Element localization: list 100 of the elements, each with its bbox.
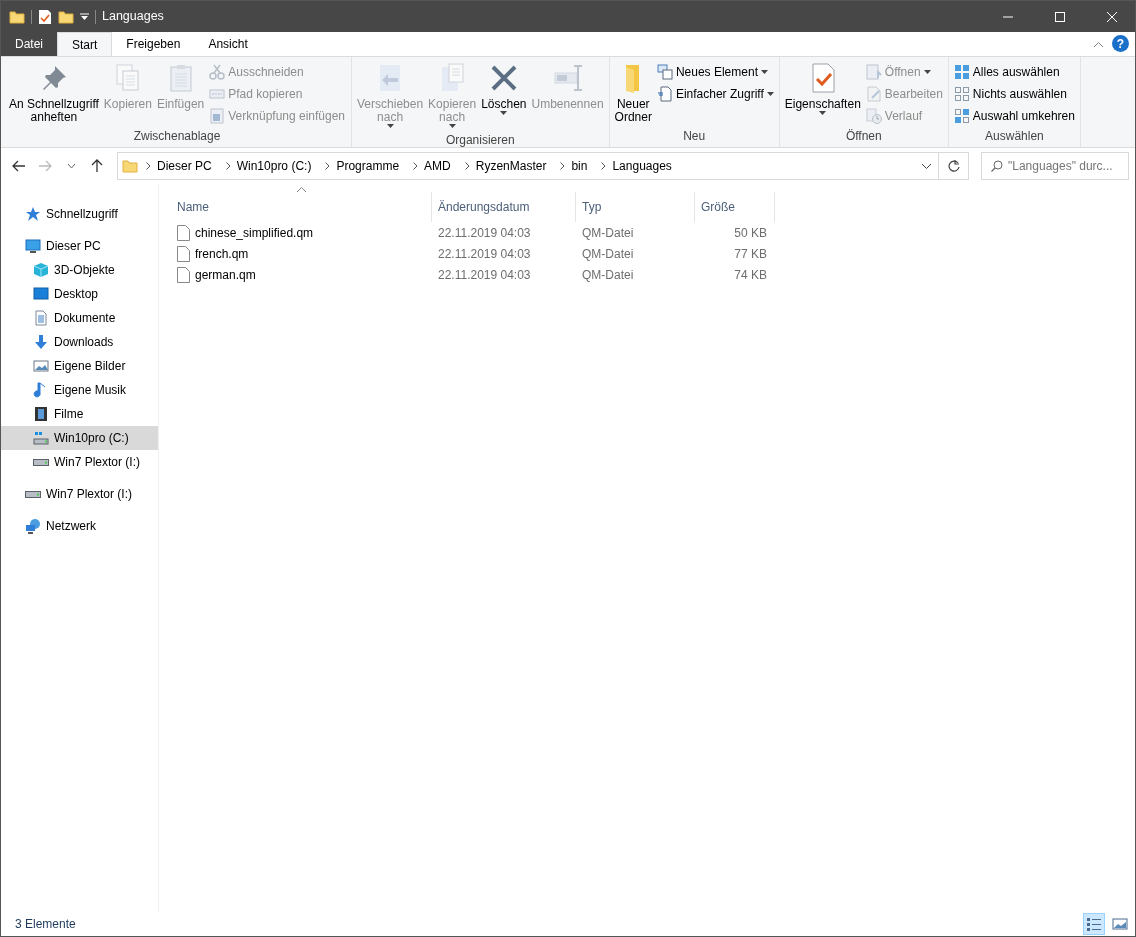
cube-icon — [33, 262, 49, 278]
ribbon-button[interactable]: Eigenschaften — [782, 59, 863, 118]
desktop-icon — [33, 286, 49, 302]
breadcrumb-item[interactable]: Programme — [330, 157, 406, 175]
file-name[interactable]: german.qm — [171, 265, 432, 284]
nav-item[interactable]: Win7 Plextor (I:) — [1, 482, 158, 506]
arrow-left-icon — [12, 160, 26, 172]
dropdown-icon — [80, 12, 89, 21]
folder-icon — [122, 158, 138, 174]
nav-item[interactable]: Dieser PC — [1, 234, 158, 258]
file-icon — [177, 266, 190, 283]
details-view-icon — [1086, 916, 1102, 932]
chevron-right-icon — [464, 162, 470, 170]
ribbon-button[interactable]: Alles auswählen — [951, 61, 1077, 83]
history-icon — [865, 108, 882, 124]
file-icon — [177, 245, 190, 262]
ribbon-tab[interactable]: Ansicht — [194, 32, 262, 56]
nav-item[interactable]: Dokumente — [1, 306, 158, 330]
breadcrumb-item[interactable]: bin — [565, 157, 594, 175]
document-icon — [33, 310, 49, 326]
view-button[interactable] — [1083, 913, 1105, 935]
ribbon-tab[interactable]: Start — [57, 32, 113, 56]
chevron-up-icon — [1093, 41, 1103, 47]
breadcrumb-item[interactable]: Dieser PC — [151, 157, 218, 175]
properties-icon — [38, 8, 52, 25]
ribbon-button[interactable]: Auswahl umkehren — [951, 105, 1077, 127]
table-cell-text: QM-Datei — [581, 245, 635, 263]
ribbon-button[interactable]: Neues Element — [654, 61, 776, 83]
table-cell-text: 50 KB — [733, 224, 768, 242]
rename-icon — [551, 62, 584, 94]
table-cell-text: 22.11.2019 04:03 — [437, 266, 532, 284]
ribbon-button[interactable]: Neuer Ordner — [612, 59, 654, 127]
chevron-down-icon — [921, 163, 931, 169]
chevron-right-icon — [560, 162, 566, 170]
chevron-right-icon — [325, 162, 331, 170]
file-menu-tab[interactable]: Datei — [1, 32, 57, 56]
edit-icon — [865, 86, 882, 102]
nav-item[interactable]: 3D-Objekte — [1, 258, 158, 282]
drive-icon — [33, 430, 49, 446]
column-header[interactable]: Typ — [576, 192, 695, 222]
chevron-right-icon — [225, 162, 231, 170]
search-icon — [991, 160, 1003, 172]
nav-item[interactable]: Downloads — [1, 330, 158, 354]
ribbon-button[interactable]: An Schnellzugriff anheften — [7, 59, 101, 127]
address-bar[interactable]: Dieser PC Win10pro (C:) Programme AMD RyzenMaster bin Languages — [117, 152, 969, 180]
group-label: Zwischenablage — [132, 128, 222, 145]
invert-selection-icon — [953, 108, 970, 124]
picture-icon — [33, 358, 49, 374]
maximize-icon — [1055, 11, 1065, 22]
window-title: Languages — [102, 8, 164, 26]
column-header[interactable]: Name — [171, 192, 432, 222]
arrow-up-icon — [91, 159, 103, 173]
select-all-icon — [953, 64, 970, 80]
scissors-icon — [209, 64, 226, 80]
download-icon — [33, 334, 49, 350]
nav-item[interactable]: Netzwerk — [1, 514, 158, 538]
group-label: Auswählen — [984, 128, 1045, 145]
file-icon — [177, 224, 190, 241]
nav-item[interactable]: Filme — [1, 402, 158, 426]
nav-item[interactable]: Eigene Musik — [1, 378, 158, 402]
ribbon-button[interactable]: Nichts auswählen — [951, 83, 1077, 105]
breadcrumb-item[interactable]: AMD — [418, 157, 457, 175]
search-field[interactable]: "Languages" durc... — [981, 152, 1129, 180]
drive-icon — [33, 458, 49, 466]
nav-item[interactable]: Win7 Plextor (I:) — [1, 450, 158, 474]
breadcrumb-item[interactable]: RyzenMaster — [469, 157, 553, 175]
breadcrumb-item[interactable]: Win10pro (C:) — [230, 157, 318, 175]
network-icon — [25, 518, 41, 534]
help-button[interactable]: ? — [1112, 35, 1129, 52]
table-cell-text: 74 KB — [733, 266, 768, 284]
file-name[interactable]: french.qm — [171, 244, 432, 263]
chevron-right-icon — [413, 162, 419, 170]
nav-item[interactable]: Schnellzugriff — [1, 202, 158, 226]
drive-icon — [25, 490, 41, 498]
breadcrumb-item[interactable]: Languages — [606, 157, 678, 175]
group-label: Öffnen — [844, 128, 883, 145]
table-cell-text: 22.11.2019 04:03 — [437, 224, 532, 242]
close-icon — [1107, 11, 1117, 22]
chevron-right-icon — [601, 162, 607, 170]
file-name[interactable]: chinese_simplified.qm — [171, 223, 432, 242]
nav-item[interactable]: Win10pro (C:) — [1, 426, 158, 450]
group-label: Organisieren — [444, 132, 516, 149]
open-icon — [865, 64, 882, 80]
column-header[interactable]: Änderungsdatum — [432, 192, 576, 222]
nav-item[interactable]: Eigene Bilder — [1, 354, 158, 378]
ribbon-button[interactable]: Einfacher Zugriff — [654, 83, 776, 105]
group-label: Neu — [682, 128, 707, 145]
column-header[interactable]: Größe — [695, 192, 775, 222]
ribbon-button[interactable]: Löschen — [479, 59, 529, 118]
large-icons-view-icon — [1112, 916, 1128, 932]
page-icon — [656, 86, 673, 102]
arrow-right-icon — [38, 160, 52, 172]
select-none-icon — [953, 86, 970, 102]
nav-item[interactable]: Desktop — [1, 282, 158, 306]
star-icon — [25, 206, 41, 222]
monitor-icon — [25, 238, 41, 254]
table-cell-text: 22.11.2019 04:03 — [437, 245, 532, 263]
ribbon-tab[interactable]: Freigeben — [112, 32, 195, 56]
film-icon — [33, 406, 49, 422]
table-cell-text: QM-Datei — [581, 266, 635, 284]
